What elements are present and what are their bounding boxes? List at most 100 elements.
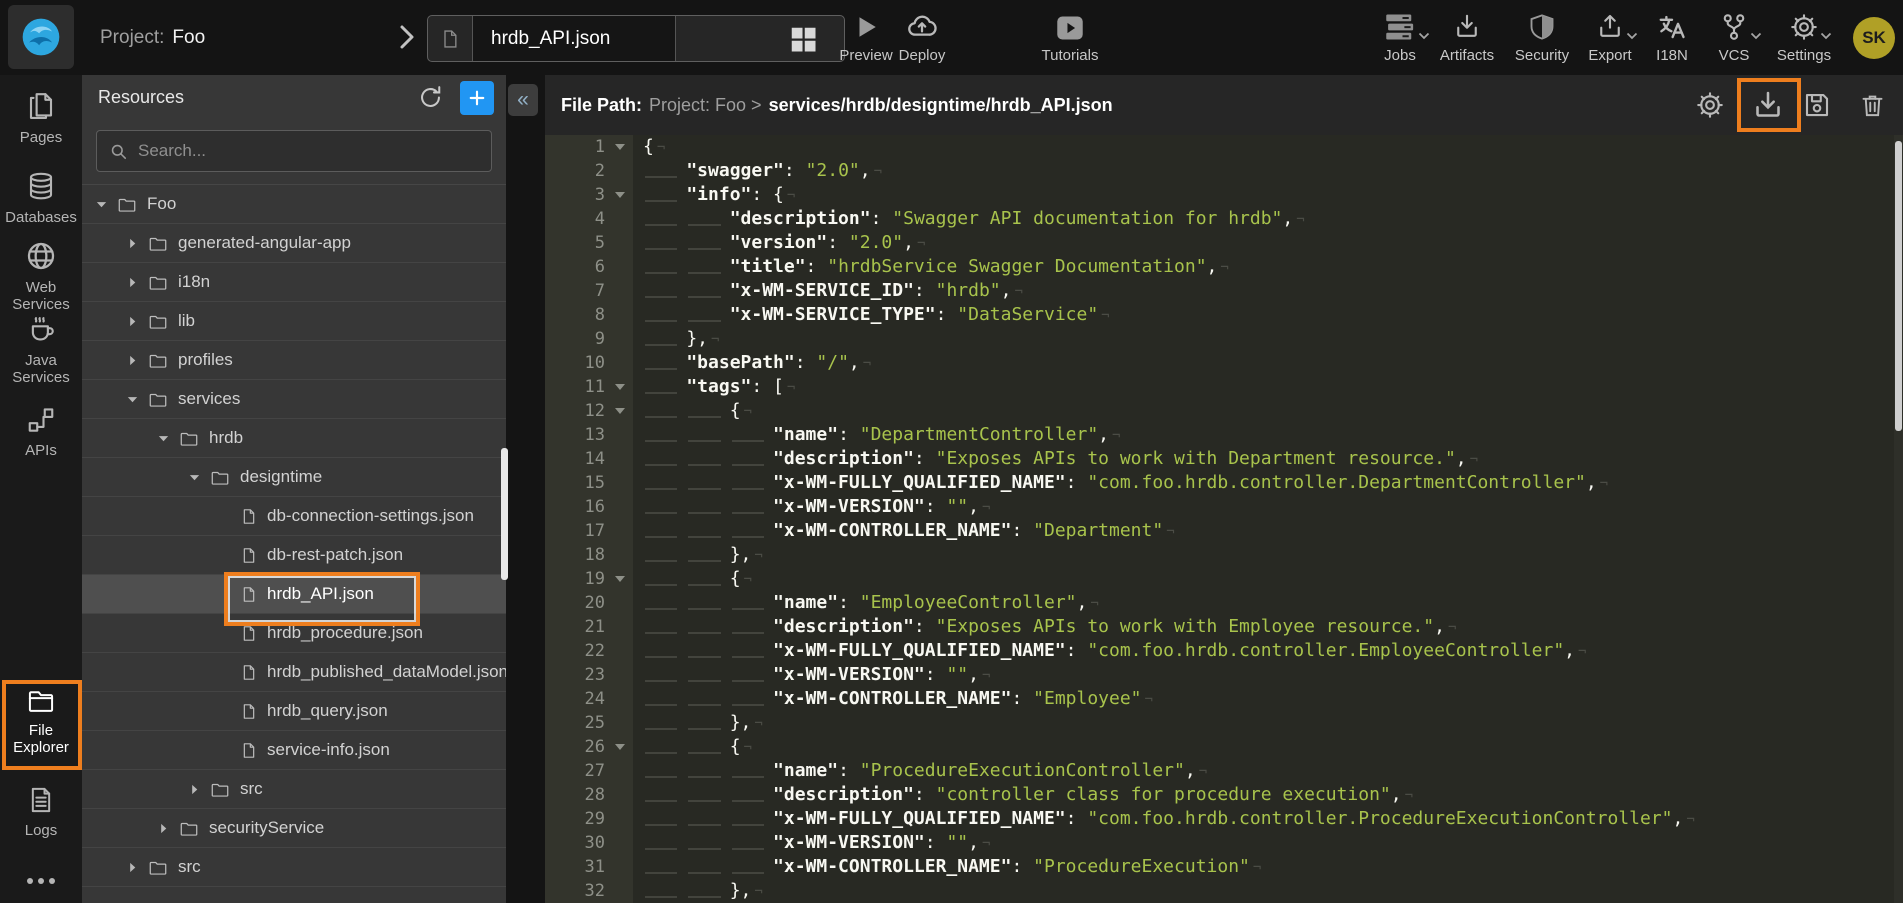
caret-right-icon[interactable] [126, 354, 139, 367]
fold-toggle-icon[interactable] [615, 408, 625, 414]
upload-tray-icon [1595, 12, 1625, 42]
settings-menu-button[interactable]: Settings [1767, 0, 1841, 75]
deploy-button[interactable]: Deploy [887, 0, 957, 75]
tree-row-hrdb_published_dataModel.json[interactable]: hrdb_published_dataModel.json [82, 653, 506, 692]
file-path-bar: File Path: Project: Foo > services/hrdb/… [545, 75, 1903, 135]
tree-row-i18n[interactable]: i18n [82, 263, 506, 302]
editor-scrollbar[interactable] [1895, 141, 1902, 431]
fold-toggle-icon[interactable] [615, 144, 625, 150]
tree-row-generated-angular-app[interactable]: generated-angular-app [82, 224, 506, 263]
rail-item-web-services[interactable]: Web Services [0, 240, 82, 313]
fold-toggle-icon[interactable] [615, 384, 625, 390]
delete-button[interactable] [1859, 91, 1886, 120]
fold-toggle-icon[interactable] [615, 192, 625, 198]
add-resource-button[interactable] [460, 81, 494, 115]
caret-right-icon[interactable] [126, 315, 139, 328]
line-number: 2 [545, 159, 633, 183]
artifacts-menu-button[interactable]: Artifacts [1429, 0, 1505, 75]
code-text: "x-WM-VERSION": "",¬ [633, 831, 990, 855]
caret-right-icon[interactable] [157, 822, 170, 835]
caret-down-icon[interactable] [95, 198, 108, 211]
line-number: 29 [545, 807, 633, 831]
code-line: 26{¬ [545, 735, 1894, 759]
caret-down-icon[interactable] [126, 393, 139, 406]
export-menu-button[interactable]: Export [1579, 0, 1641, 75]
grid-icon[interactable] [788, 24, 818, 54]
line-number: 3 [545, 183, 633, 207]
resources-panel: Resources Foogenerated-angular-appi18nli… [82, 75, 506, 903]
jobs-menu-button[interactable]: Jobs [1373, 0, 1427, 75]
rail-item-databases[interactable]: Databases [0, 170, 82, 226]
globe-icon [25, 240, 57, 272]
download-action-button[interactable] [1750, 87, 1786, 123]
tree-scrollbar[interactable] [501, 448, 508, 580]
rail-item-file-explorer[interactable]: File Explorer [0, 687, 82, 756]
rail-item-more[interactable] [0, 875, 82, 887]
tree-row-hrdb[interactable]: hrdb [82, 419, 506, 458]
caret-right-icon[interactable] [126, 237, 139, 250]
code-text: "x-WM-FULLY_QUALIFIED_NAME": "com.foo.hr… [633, 471, 1608, 495]
i18n-menu-button[interactable]: I18N [1643, 0, 1701, 75]
tree-row-src[interactable]: src [82, 848, 506, 887]
fold-toggle-icon[interactable] [615, 576, 625, 582]
line-number: 30 [545, 831, 633, 855]
app-logo[interactable] [8, 5, 74, 69]
tree-row-services[interactable]: services [82, 380, 506, 419]
code-line: 22"x-WM-FULLY_QUALIFIED_NAME": "com.foo.… [545, 639, 1894, 663]
vcs-menu-button[interactable]: VCS [1703, 0, 1765, 75]
tree-row-db-rest-patch.json[interactable]: db-rest-patch.json [82, 536, 506, 575]
code-text: "description": "Exposes APIs to work wit… [633, 615, 1456, 639]
open-file-tab[interactable]: hrdb_API.json [427, 15, 845, 62]
jobs-icon [1383, 12, 1417, 42]
tree-row-profiles[interactable]: profiles [82, 341, 506, 380]
action-label: Export [1588, 47, 1631, 64]
tree-row-hrdb_procedure.json[interactable]: hrdb_procedure.json [82, 614, 506, 653]
eol-marker: ¬ [1470, 452, 1478, 468]
tree-item-label: generated-angular-app [178, 233, 351, 253]
code-editor[interactable]: 1{¬2"swagger": "2.0",¬3"info": {¬4"descr… [545, 135, 1894, 903]
tutorials-button[interactable]: Tutorials [1035, 0, 1105, 75]
caret-right-icon[interactable] [188, 783, 201, 796]
caret-right-icon[interactable] [126, 861, 139, 874]
rail-item-apis[interactable]: APIs [0, 405, 82, 459]
tree-row-hrdb_query.json[interactable]: hrdb_query.json [82, 692, 506, 731]
file-editor: File Path: Project: Foo > services/hrdb/… [545, 75, 1903, 903]
tree-row-lib[interactable]: lib [82, 302, 506, 341]
rail-item-label: Logs [3, 822, 79, 839]
eol-marker: ¬ [744, 572, 752, 588]
action-label: Settings [1777, 47, 1831, 64]
tree-row-designtime[interactable]: designtime [82, 458, 506, 497]
eol-marker: ¬ [982, 500, 990, 516]
caret-right-icon[interactable] [126, 276, 139, 289]
fold-toggle-icon[interactable] [615, 744, 625, 750]
rail-item-logs[interactable]: Logs [0, 785, 82, 839]
folder-icon [148, 313, 168, 330]
tree-row-Foo[interactable]: Foo [82, 185, 506, 224]
tree-item-label: designtime [240, 467, 322, 487]
caret-down-icon[interactable] [188, 471, 201, 484]
file-path-value: services/hrdb/designtime/hrdb_API.json [769, 95, 1113, 116]
ellipsis-icon [24, 875, 58, 887]
caret-down-icon[interactable] [157, 432, 170, 445]
code-line: 30"x-WM-VERSION": "",¬ [545, 831, 1894, 855]
user-avatar[interactable]: SK [1853, 17, 1895, 59]
refresh-button[interactable] [417, 84, 444, 111]
tree-item-label: securityService [209, 818, 324, 838]
eol-marker: ¬ [1296, 212, 1304, 228]
rail-item-java-services[interactable]: Java Services [0, 315, 82, 386]
file-icon [241, 663, 257, 682]
tree-row-hrdb_API.json[interactable]: hrdb_API.json [82, 575, 506, 614]
security-menu-button[interactable]: Security [1507, 0, 1577, 75]
editor-settings-button[interactable] [1695, 90, 1725, 120]
tree-row-db-connection-settings.json[interactable]: db-connection-settings.json [82, 497, 506, 536]
tree-row-src[interactable]: src [82, 770, 506, 809]
tree-row-securityService[interactable]: securityService [82, 809, 506, 848]
code-text: },¬ [633, 543, 763, 567]
tree-row-service-info.json[interactable]: service-info.json [82, 731, 506, 770]
search-input[interactable] [138, 141, 468, 161]
save-button[interactable] [1802, 90, 1832, 120]
tree-item-label: db-connection-settings.json [267, 506, 474, 526]
rail-item-pages[interactable]: Pages [0, 90, 82, 146]
line-number: 16 [545, 495, 633, 519]
collapse-panel-button[interactable]: « [508, 84, 538, 116]
